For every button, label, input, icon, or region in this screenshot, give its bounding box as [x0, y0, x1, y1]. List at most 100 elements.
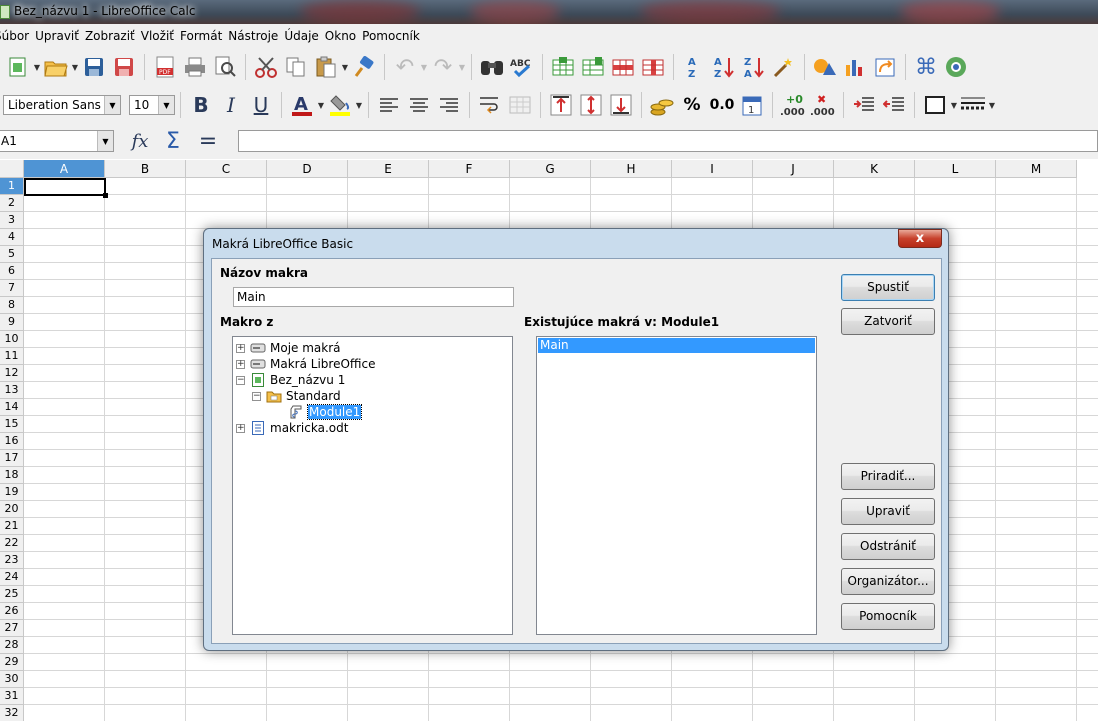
highlight-dropdown-icon[interactable]: ▼: [355, 101, 363, 110]
spelling-icon[interactable]: ABC: [508, 53, 536, 81]
expand-icon[interactable]: +: [236, 359, 245, 369]
corner-cell[interactable]: [0, 160, 24, 178]
borders-dropdown-icon[interactable]: ▼: [950, 101, 958, 110]
paste-dropdown-icon[interactable]: ▼: [341, 63, 349, 72]
save-icon[interactable]: [80, 53, 108, 81]
print-icon[interactable]: [181, 53, 209, 81]
close-icon[interactable]: x: [898, 229, 942, 248]
open-dropdown-icon[interactable]: ▼: [71, 63, 79, 72]
column-header[interactable]: F: [429, 160, 510, 178]
row-header[interactable]: 19: [0, 484, 24, 501]
new-document-icon[interactable]: [4, 53, 32, 81]
row-header[interactable]: 24: [0, 569, 24, 586]
sort-descending-icon[interactable]: AZ: [710, 53, 738, 81]
column-header[interactable]: L: [915, 160, 996, 178]
highlight-color-icon[interactable]: [326, 91, 354, 119]
paste-icon[interactable]: [312, 53, 340, 81]
borders-icon[interactable]: [921, 91, 949, 119]
gallery-icon[interactable]: [942, 53, 970, 81]
chevron-down-icon[interactable]: ▼: [97, 131, 113, 151]
row-header[interactable]: 25: [0, 586, 24, 603]
align-top-icon[interactable]: [547, 91, 575, 119]
pivot-table-icon[interactable]: [871, 53, 899, 81]
menu-data[interactable]: Údaje: [284, 29, 324, 43]
increase-indent-icon[interactable]: [850, 91, 878, 119]
row-header[interactable]: 32: [0, 705, 24, 721]
align-center-icon[interactable]: [405, 91, 433, 119]
close-button[interactable]: Zatvoriť: [841, 308, 935, 335]
row-header[interactable]: 15: [0, 416, 24, 433]
row-header[interactable]: 10: [0, 331, 24, 348]
row-header[interactable]: 29: [0, 654, 24, 671]
expand-icon[interactable]: +: [236, 423, 245, 433]
row-header[interactable]: 30: [0, 671, 24, 688]
row-header[interactable]: 11: [0, 348, 24, 365]
collapse-icon[interactable]: −: [236, 375, 245, 385]
wrap-text-icon[interactable]: [476, 91, 504, 119]
column-header[interactable]: C: [186, 160, 267, 178]
delete-row-icon[interactable]: [609, 53, 637, 81]
decrease-indent-icon[interactable]: [880, 91, 908, 119]
row-header[interactable]: 14: [0, 399, 24, 416]
navigator-icon[interactable]: ⌘: [912, 53, 940, 81]
align-right-icon[interactable]: [435, 91, 463, 119]
expand-icon[interactable]: +: [236, 343, 245, 353]
row-header[interactable]: 16: [0, 433, 24, 450]
chevron-down-icon[interactable]: ▼: [158, 96, 174, 114]
autofilter-icon[interactable]: [770, 53, 798, 81]
align-left-icon[interactable]: [375, 91, 403, 119]
percent-format-icon[interactable]: %: [678, 91, 706, 119]
row-header[interactable]: 3: [0, 212, 24, 229]
edit-button[interactable]: Upraviť: [841, 498, 935, 525]
print-preview-icon[interactable]: [211, 53, 239, 81]
row-header[interactable]: 7: [0, 280, 24, 297]
row-header[interactable]: 26: [0, 603, 24, 620]
row-header[interactable]: 31: [0, 688, 24, 705]
organizer-button[interactable]: Organizátor...: [841, 568, 935, 595]
row-header[interactable]: 23: [0, 552, 24, 569]
sum-icon[interactable]: Σ: [159, 127, 187, 155]
tree-item-module1[interactable]: Module1: [288, 404, 363, 420]
redo-dropdown-icon[interactable]: ▼: [458, 63, 466, 72]
macro-name-input[interactable]: Main: [233, 287, 514, 307]
menu-insert[interactable]: Vložiť: [141, 29, 180, 43]
row-header[interactable]: 8: [0, 297, 24, 314]
menu-help[interactable]: Pomocník: [362, 29, 426, 43]
row-header[interactable]: 2: [0, 195, 24, 212]
menu-window[interactable]: Okno: [325, 29, 362, 43]
tree-item-makricka[interactable]: + makricka.odt: [236, 420, 348, 436]
function-wizard-icon[interactable]: fx: [126, 127, 154, 155]
find-replace-icon[interactable]: [478, 53, 506, 81]
row-header[interactable]: 18: [0, 467, 24, 484]
column-header[interactable]: B: [105, 160, 186, 178]
number-format-icon[interactable]: 0.0: [708, 91, 736, 119]
open-folder-icon[interactable]: [42, 53, 70, 81]
currency-format-icon[interactable]: [648, 91, 676, 119]
column-header[interactable]: H: [591, 160, 672, 178]
menu-tools[interactable]: Nástroje: [228, 29, 284, 43]
tree-item-document[interactable]: − Bez_názvu 1: [236, 372, 345, 388]
row-header[interactable]: 20: [0, 501, 24, 518]
insert-chart-icon[interactable]: [841, 53, 869, 81]
menu-view[interactable]: Zobraziť: [85, 29, 141, 43]
tree-item-my-macros[interactable]: + Moje makrá: [236, 340, 341, 356]
redo-icon[interactable]: ↷: [429, 53, 457, 81]
collapse-icon[interactable]: −: [252, 391, 261, 401]
sort-ascending-icon[interactable]: AZ: [680, 53, 708, 81]
italic-icon[interactable]: I: [217, 91, 245, 119]
equals-icon[interactable]: =: [194, 127, 222, 155]
column-header[interactable]: D: [267, 160, 348, 178]
save-as-icon[interactable]: [110, 53, 138, 81]
delete-decimal-icon[interactable]: ✖ .000: [809, 91, 837, 119]
macro-list-item-selected[interactable]: Main: [538, 338, 815, 353]
row-header[interactable]: 28: [0, 637, 24, 654]
row-header[interactable]: 5: [0, 246, 24, 263]
add-decimal-icon[interactable]: +0.000: [779, 91, 807, 119]
clone-formatting-icon[interactable]: [350, 53, 378, 81]
insert-column-icon[interactable]: [579, 53, 607, 81]
chevron-down-icon[interactable]: ▼: [104, 96, 120, 114]
row-header[interactable]: 27: [0, 620, 24, 637]
copy-icon[interactable]: [282, 53, 310, 81]
run-button[interactable]: Spustiť: [841, 274, 935, 301]
underline-icon[interactable]: U: [247, 91, 275, 119]
